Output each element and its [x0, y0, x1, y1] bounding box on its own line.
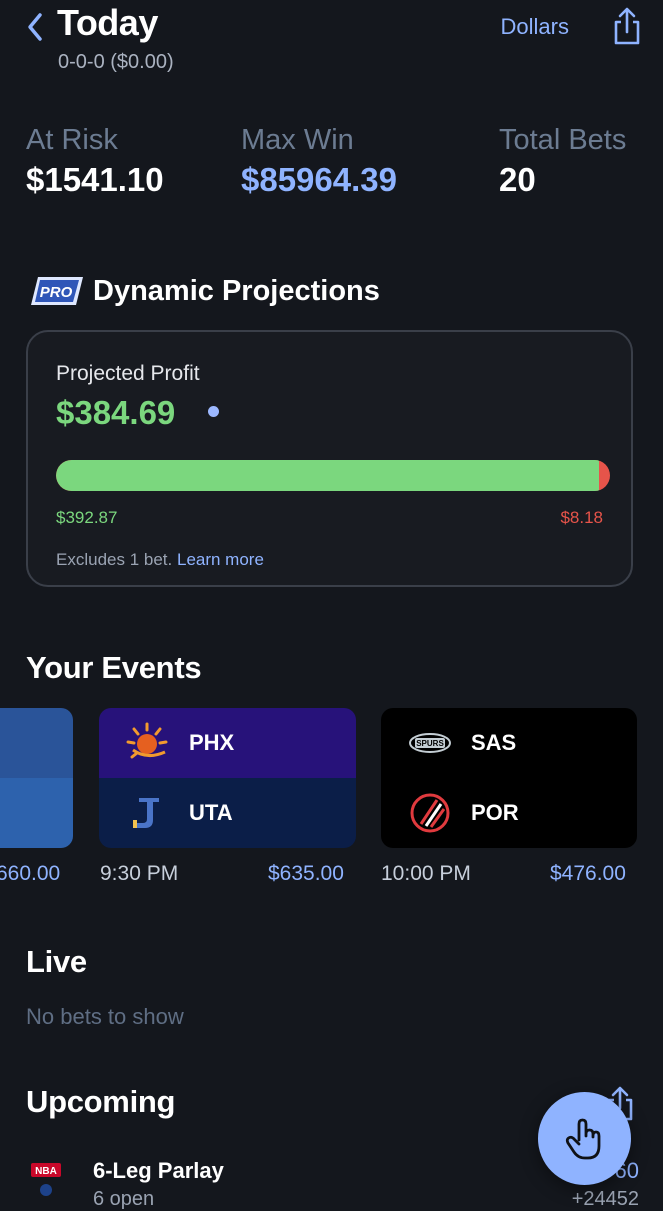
event-time: 10:00 PM — [381, 862, 471, 885]
bet-title[interactable]: 6-Leg Parlay — [93, 1158, 224, 1184]
stat-value: $1541.10 — [26, 161, 164, 198]
event-card-top — [0, 708, 73, 778]
stat-at-risk: At Risk $1541.10 — [26, 124, 164, 199]
share-button[interactable] — [611, 6, 643, 46]
win-amount: $392.87 — [56, 508, 118, 527]
projected-profit-value: $384.69 — [56, 394, 176, 431]
profit-loss-bar — [56, 460, 610, 491]
event-time: 9:30 PM — [100, 862, 179, 885]
currency-toggle-button[interactable]: Dollars — [501, 14, 569, 40]
hand-pointer-icon — [565, 1118, 600, 1159]
team-abbreviation: SAS — [471, 730, 517, 755]
event-amount: $476.00 — [550, 862, 626, 885]
live-empty-message: No bets to show — [26, 1004, 184, 1029]
event-card[interactable]: PHX UTA — [99, 708, 356, 848]
team-row-home: UTA — [99, 778, 356, 848]
projected-profit-label: Projected Profit — [56, 362, 200, 385]
stat-max-win: Max Win $85964.39 — [241, 124, 397, 199]
loss-amount: $8.18 — [560, 508, 603, 527]
pro-badge: PRO — [31, 277, 83, 305]
chevron-left-icon — [28, 13, 42, 41]
record-summary: 0-0-0 ($0.00) — [58, 51, 174, 73]
stat-label: Total Bets — [499, 124, 627, 156]
page-title: Today — [57, 2, 158, 43]
event-card[interactable] — [0, 708, 73, 848]
svg-text:SPURS: SPURS — [416, 739, 444, 748]
team-abbreviation: UTA — [189, 800, 233, 825]
event-amount: 660.00 — [0, 862, 61, 885]
team-abbreviation: POR — [471, 800, 519, 825]
suns-logo-icon — [126, 722, 168, 759]
event-amount: $635.00 — [268, 862, 344, 885]
share-icon — [614, 7, 640, 45]
team-row-away: PHX — [99, 708, 356, 778]
profit-bar-fill — [56, 460, 599, 491]
pro-badge-text: PRO — [40, 284, 73, 301]
floating-action-button[interactable] — [538, 1092, 631, 1185]
team-row-away: SPURS SAS — [381, 708, 637, 778]
event-card-bottom — [0, 778, 73, 848]
blazers-logo-icon — [410, 793, 450, 833]
nba-logo-icon: NBA — [30, 1162, 62, 1200]
projections-title: Dynamic Projections — [93, 275, 380, 307]
spurs-logo-icon: SPURS — [409, 733, 451, 753]
live-indicator-dot — [208, 406, 219, 417]
jazz-logo-icon — [133, 798, 159, 828]
stat-label: At Risk — [26, 124, 118, 156]
team-row-home: POR — [381, 778, 637, 848]
stat-total-bets: Total Bets 20 — [499, 124, 626, 199]
excludes-text: Excludes 1 bet. — [56, 550, 173, 569]
stat-value: 20 — [499, 161, 536, 198]
events-title: Your Events — [26, 650, 202, 685]
back-button[interactable] — [20, 10, 50, 44]
team-abbreviation: PHX — [189, 730, 235, 755]
stat-label: Max Win — [241, 124, 354, 156]
upcoming-title: Upcoming — [26, 1084, 176, 1119]
learn-more-link[interactable]: Learn more — [177, 550, 264, 569]
event-card[interactable]: SPURS SAS POR — [381, 708, 637, 848]
excludes-note: Excludes 1 bet. Learn more — [56, 550, 264, 570]
league-badge-text: NBA — [35, 1166, 57, 1177]
projections-card: Projected Profit $384.69 $392.87 $8.18 E… — [26, 330, 633, 587]
live-title: Live — [26, 944, 87, 979]
stat-value: $85964.39 — [241, 161, 397, 198]
